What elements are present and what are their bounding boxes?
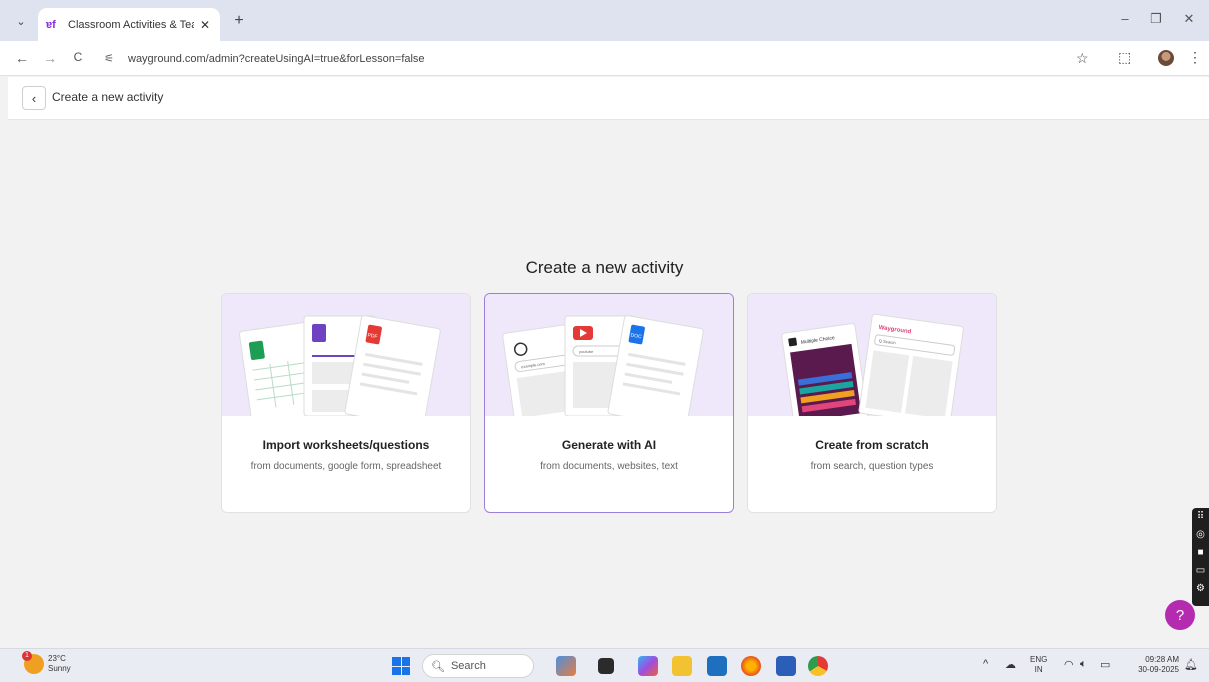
notification-bell-icon[interactable]: 🔔︎ <box>1184 658 1198 671</box>
forward-arrow-icon[interactable]: → <box>42 50 58 66</box>
browser-toolbar: ← → C ⚟ wayground.com/admin?createUsingA… <box>0 41 1209 76</box>
generate-with-ai-card[interactable]: example.com youtube DOC Generate with AI… <box>484 293 734 513</box>
card-title: Create from scratch <box>815 438 929 452</box>
tab-title: Classroom Activities & Teachin <box>68 18 194 31</box>
wifi-icon[interactable]: ◠ <box>1064 658 1074 671</box>
card-title: Generate with AI <box>561 438 657 452</box>
tab-close-icon[interactable]: ✕ <box>198 18 212 32</box>
card-title: Import worksheets/questions <box>262 438 430 452</box>
taskbar-search-label: Search <box>450 660 486 672</box>
restore-button[interactable]: ❐ <box>1148 11 1164 27</box>
taskbar-app-widgets-icon[interactable] <box>556 656 576 676</box>
address-bar[interactable]: ⚟ wayground.com/admin?createUsingAI=true… <box>100 46 1100 71</box>
reload-icon[interactable]: C <box>70 50 86 64</box>
weather-temp: 23°C <box>48 654 66 663</box>
lang-code: ENG <box>1030 655 1048 664</box>
language-indicator[interactable]: ENG IN <box>1030 655 1047 675</box>
taskbar-app-firefox-icon[interactable] <box>741 656 761 676</box>
ai-illustration: example.com youtube DOC <box>485 294 733 416</box>
search-icon: 🔍︎ <box>431 660 445 673</box>
battery-icon[interactable]: ▭ <box>1100 658 1110 671</box>
page-title: Create a new activity <box>52 90 164 104</box>
card-subtitle: from documents, websites, text <box>540 461 678 472</box>
taskbar-app-chrome-icon[interactable] <box>808 656 828 676</box>
weather-widget[interactable]: 1 23°C Sunny <box>22 651 71 674</box>
import-worksheets-card[interactable]: PDF Import worksheets/questions from doc… <box>221 293 471 513</box>
clock-time: 09:28 AM <box>1145 655 1179 664</box>
camera-icon[interactable]: ◎ <box>1192 526 1209 544</box>
taskbar-search[interactable]: 🔍︎ Search <box>422 654 534 678</box>
notification-badge: 1 <box>22 651 32 661</box>
main-heading: Create a new activity <box>525 258 684 277</box>
windows-taskbar: 1 23°C Sunny 🔍︎ Search ^ ☁ ENG IN ◠ 🔈︎ ▭… <box>0 648 1209 682</box>
video-icon[interactable]: ■ <box>1192 544 1209 562</box>
browser-menu-icon[interactable]: ⋮ <box>1188 49 1202 66</box>
close-window-button[interactable]: ✕ <box>1181 11 1197 27</box>
card-subtitle: from search, question types <box>810 461 934 472</box>
import-illustration: PDF <box>222 294 470 416</box>
tab-search-button[interactable]: ⌄ <box>10 10 32 32</box>
gear-icon[interactable]: ⚙ <box>1192 580 1209 598</box>
cloud-sync-icon[interactable]: ☁ <box>1005 658 1016 671</box>
back-button[interactable]: ‹ <box>22 86 46 110</box>
browser-tabstrip: ⌄ ɐf Classroom Activities & Teachin ✕ + … <box>0 0 1209 41</box>
screen-icon[interactable]: ▭ <box>1192 562 1209 580</box>
youtube-label: youtube <box>579 349 594 354</box>
sun-icon: 1 <box>22 651 44 674</box>
minimize-button[interactable]: – <box>1117 11 1133 26</box>
clock-date: 30-09-2025 <box>1138 665 1179 674</box>
site-info-icon[interactable]: ⚟ <box>100 52 118 65</box>
back-arrow-icon[interactable]: ← <box>14 50 30 66</box>
grip-icon[interactable]: ⠿ <box>1192 508 1209 526</box>
url-text: wayground.com/admin?createUsingAI=true&f… <box>128 52 425 65</box>
app-header: ‹ Create a new activity <box>8 77 1209 120</box>
taskbar-app-store-icon[interactable] <box>707 656 727 676</box>
taskbar-app-taskview-icon[interactable] <box>598 658 614 674</box>
extensions-icon[interactable]: ⬚ <box>1118 49 1131 66</box>
taskbar-app-copilot-icon[interactable] <box>638 656 658 676</box>
chevron-left-icon: ‹ <box>31 90 37 106</box>
clock[interactable]: 09:28 AM 30-09-2025 <box>1127 655 1179 675</box>
recording-toolbar: ⠿ ◎ ■ ▭ ⚙ <box>1192 508 1209 606</box>
windows-start-icon[interactable] <box>392 657 410 675</box>
browser-tab[interactable]: ɐf Classroom Activities & Teachin ✕ <box>38 8 220 41</box>
speaker-icon[interactable]: 🔈︎ <box>1080 658 1087 671</box>
card-subtitle: from documents, google form, spreadsheet <box>250 461 442 472</box>
wayground-favicon-icon: ɐf <box>46 18 56 31</box>
create-from-scratch-card[interactable]: Multiple Choice Wayground Q Search Creat… <box>747 293 997 513</box>
taskbar-app-word-icon[interactable] <box>776 656 796 676</box>
bookmark-star-icon[interactable]: ☆ <box>1076 50 1089 67</box>
region-code: IN <box>1034 665 1043 674</box>
help-button[interactable]: ? <box>1165 600 1195 630</box>
scratch-illustration: Multiple Choice Wayground Q Search <box>748 294 996 416</box>
weather-desc: Sunny <box>48 664 71 673</box>
chevron-up-icon[interactable]: ^ <box>983 658 988 670</box>
new-tab-button[interactable]: + <box>230 12 248 30</box>
taskbar-app-file-explorer-icon[interactable] <box>672 656 692 676</box>
profile-avatar[interactable] <box>1158 50 1174 66</box>
